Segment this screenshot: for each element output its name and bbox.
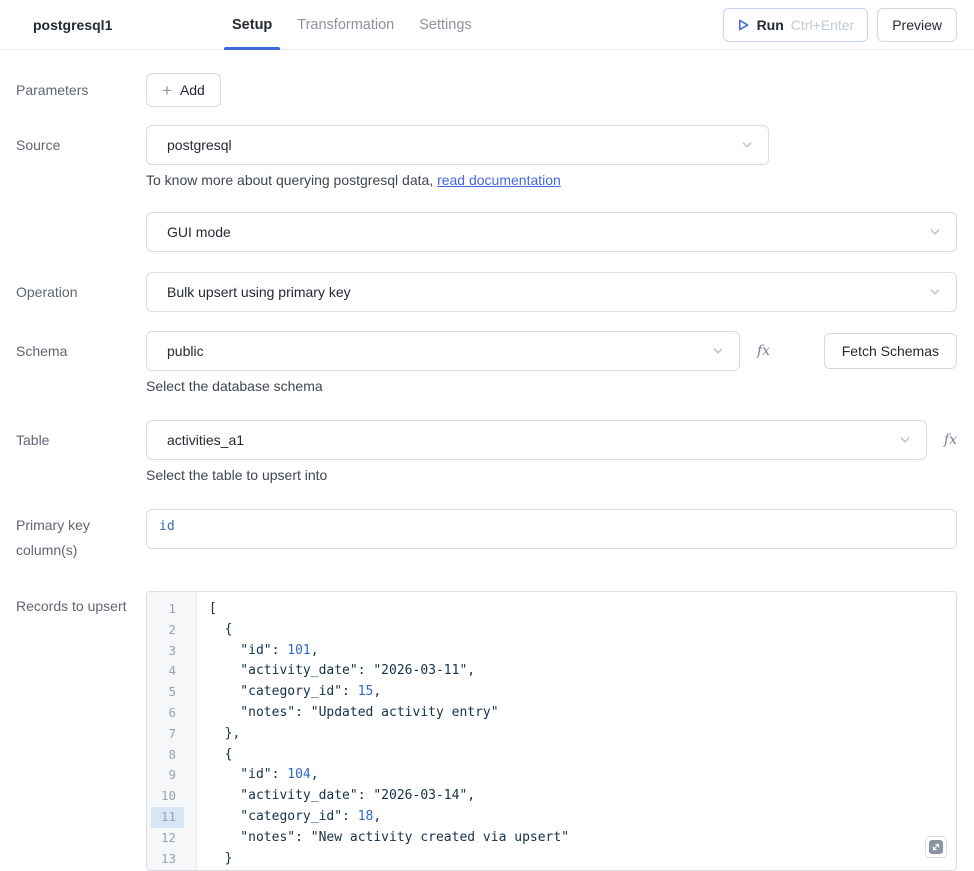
code-line[interactable]: [ xyxy=(209,599,956,620)
expand-icon xyxy=(929,840,943,854)
source-label: Source xyxy=(0,125,146,190)
line-number: 1 xyxy=(151,599,184,620)
line-number: 3 xyxy=(151,641,184,662)
schema-select-value: public xyxy=(167,343,204,359)
primary-key-row: Primary key column(s) id xyxy=(0,509,957,563)
code-line[interactable]: "category_id": 15, xyxy=(209,682,956,703)
line-number: 11 xyxy=(151,807,184,828)
tab-setup-label: Setup xyxy=(232,17,272,33)
code-line[interactable]: "id": 104, xyxy=(209,765,956,786)
tab-transformation[interactable]: Transformation xyxy=(289,0,402,50)
line-number: 13 xyxy=(151,849,184,870)
table-select[interactable]: activities_a1 xyxy=(146,420,927,460)
query-title: postgresql1 xyxy=(33,17,112,33)
schema-helper: Select the database schema xyxy=(146,376,957,396)
line-number: 8 xyxy=(151,745,184,766)
run-shortcut: Ctrl+Enter xyxy=(791,17,854,33)
code-line[interactable]: "id": 101, xyxy=(209,641,956,662)
chevron-down-icon xyxy=(928,285,942,299)
line-number: 6 xyxy=(151,703,184,724)
primary-key-input[interactable]: id xyxy=(146,509,957,549)
parameters-row: Parameters + Add xyxy=(0,73,957,107)
mode-label-spacer xyxy=(0,212,146,252)
table-label: Table xyxy=(0,420,146,485)
line-number: 12 xyxy=(151,828,184,849)
setup-form: Parameters + Add Source postgresql To kn… xyxy=(0,73,974,871)
query-tabs: Setup Transformation Settings xyxy=(224,0,480,50)
fetch-schemas-button[interactable]: Fetch Schemas xyxy=(824,333,957,369)
chevron-down-icon xyxy=(898,433,912,447)
expand-editor-button[interactable] xyxy=(925,836,947,858)
line-number: 2 xyxy=(151,620,184,641)
read-documentation-link[interactable]: read documentation xyxy=(437,172,561,188)
code-line[interactable]: "notes": "Updated activity entry" xyxy=(209,703,956,724)
mode-select[interactable]: GUI mode xyxy=(146,212,957,252)
mode-row: GUI mode xyxy=(0,212,957,252)
header-actions: Run Ctrl+Enter Preview xyxy=(723,8,957,42)
line-number: 7 xyxy=(151,724,184,745)
line-number: 4 xyxy=(151,661,184,682)
schema-label: Schema xyxy=(0,331,146,396)
primary-key-value: id xyxy=(159,519,175,534)
chevron-down-icon xyxy=(928,225,942,239)
source-helper: To know more about querying postgresql d… xyxy=(146,170,957,190)
plus-icon: + xyxy=(162,82,172,99)
tab-setup[interactable]: Setup xyxy=(224,0,280,50)
parameters-label: Parameters xyxy=(0,73,146,107)
play-icon xyxy=(737,18,750,32)
run-button[interactable]: Run Ctrl+Enter xyxy=(723,8,869,42)
schema-select[interactable]: public xyxy=(146,331,740,371)
tab-settings[interactable]: Settings xyxy=(411,0,479,50)
table-select-value: activities_a1 xyxy=(167,432,244,448)
tab-transformation-label: Transformation xyxy=(297,17,394,33)
operation-select[interactable]: Bulk upsert using primary key xyxy=(146,272,957,312)
source-select-value: postgresql xyxy=(167,137,232,153)
chevron-down-icon xyxy=(711,344,725,358)
records-editor[interactable]: 12345678910111213 [ { "id": 101, "activi… xyxy=(146,591,957,871)
line-number-gutter: 12345678910111213 xyxy=(147,592,197,870)
preview-button[interactable]: Preview xyxy=(877,8,957,42)
code-line[interactable]: }, xyxy=(209,724,956,745)
tab-settings-label: Settings xyxy=(419,17,471,33)
records-code-area[interactable]: [ { "id": 101, "activity_date": "2026-03… xyxy=(197,592,956,870)
run-button-label: Run xyxy=(757,17,784,33)
line-number: 5 xyxy=(151,682,184,703)
chevron-down-icon xyxy=(740,138,754,152)
code-line[interactable]: { xyxy=(209,745,956,766)
source-helper-text: To know more about querying postgresql d… xyxy=(146,172,437,188)
add-parameter-label: Add xyxy=(180,82,205,98)
code-line[interactable]: "category_id": 18, xyxy=(209,807,956,828)
fx-icon[interactable]: fx xyxy=(757,343,770,359)
source-select[interactable]: postgresql xyxy=(146,125,769,165)
primary-key-label: Primary key column(s) xyxy=(0,509,146,563)
code-line[interactable]: "activity_date": "2026-03-11", xyxy=(209,661,956,682)
table-helper: Select the table to upsert into xyxy=(146,465,957,485)
code-line[interactable]: } xyxy=(209,849,956,870)
code-line[interactable]: "notes": "New activity created via upser… xyxy=(209,828,956,849)
records-label: Records to upsert xyxy=(0,591,146,871)
schema-row: Schema public fx Fetch Schemas Select th… xyxy=(0,331,957,396)
code-line[interactable]: "activity_date": "2026-03-14", xyxy=(209,786,956,807)
source-row: Source postgresql To know more about que… xyxy=(0,125,957,190)
mode-select-value: GUI mode xyxy=(167,224,231,240)
query-editor-panel: postgresql1 Setup Transformation Setting… xyxy=(0,0,974,866)
line-number: 9 xyxy=(151,765,184,786)
operation-label: Operation xyxy=(0,272,146,312)
code-line[interactable]: { xyxy=(209,620,956,641)
operation-select-value: Bulk upsert using primary key xyxy=(167,284,351,300)
query-header: postgresql1 Setup Transformation Setting… xyxy=(0,0,974,50)
add-parameter-button[interactable]: + Add xyxy=(146,73,221,107)
table-row: Table activities_a1 fx Select the table … xyxy=(0,420,957,485)
operation-row: Operation Bulk upsert using primary key xyxy=(0,272,957,312)
line-number: 10 xyxy=(151,786,184,807)
fx-icon[interactable]: fx xyxy=(944,432,957,448)
records-row: Records to upsert 12345678910111213 [ { … xyxy=(0,591,957,871)
